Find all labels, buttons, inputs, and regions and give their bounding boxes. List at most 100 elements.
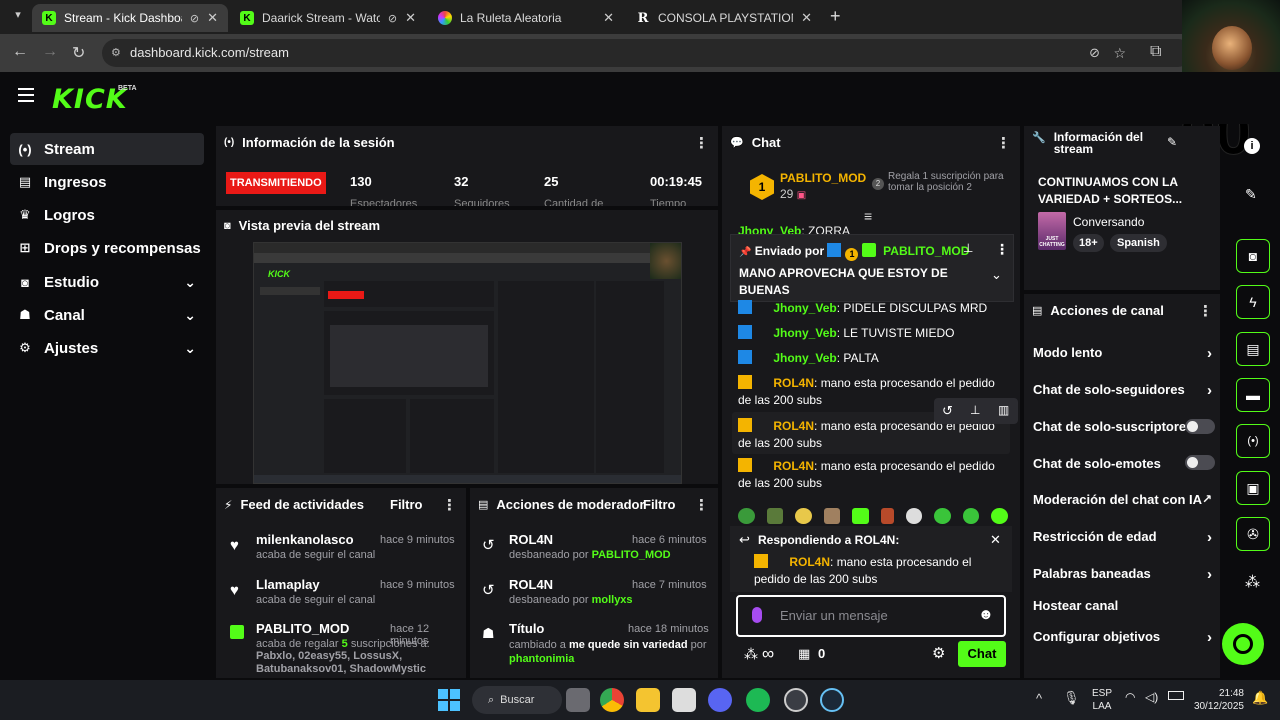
emoji-icon[interactable]: ☻: [978, 606, 994, 623]
action-moderacion-ia[interactable]: Moderación del chat con IA ↗: [1033, 492, 1216, 507]
app-icon[interactable]: [784, 688, 808, 712]
spotify-icon[interactable]: [746, 688, 770, 712]
new-tab-button[interactable]: +: [830, 6, 841, 27]
action-configurar-objetivos[interactable]: Configurar objetivos ›: [1033, 629, 1216, 646]
sidebar-item-stream[interactable]: (•) Stream: [10, 133, 204, 165]
kick-logo[interactable]: KICK: [52, 84, 128, 115]
language-indicator[interactable]: ESP LAA: [1092, 687, 1112, 713]
emote-icon[interactable]: [880, 508, 894, 524]
undo-icon[interactable]: ↺: [942, 403, 953, 419]
filter-button[interactable]: Filtro: [643, 497, 676, 512]
forward-icon[interactable]: →: [42, 43, 58, 61]
close-tab-icon[interactable]: ✕: [405, 10, 416, 26]
action-solo-seguidores[interactable]: Chat de solo-seguidores ›: [1033, 382, 1216, 399]
sidebar-item-canal[interactable]: ☗ Canal ⌄: [10, 299, 204, 331]
pin-icon[interactable]: ⊥: [970, 403, 980, 417]
mic-tray-icon[interactable]: 🎙: [1063, 690, 1080, 706]
trash-icon[interactable]: ▥: [998, 403, 1009, 417]
notification-icon[interactable]: 🔔: [1252, 690, 1268, 706]
send-chat-button[interactable]: Chat: [958, 641, 1006, 667]
document-icon[interactable]: ▤: [1236, 332, 1270, 366]
bolt-icon[interactable]: ϟ: [1236, 285, 1270, 319]
kick-points-icon[interactable]: ⁂: [1245, 573, 1260, 591]
taskbar-search[interactable]: ⌕ Buscar: [472, 686, 562, 714]
toggle-solo-suscriptores[interactable]: [1185, 419, 1215, 434]
emote-icon[interactable]: [738, 508, 755, 524]
emote-icon[interactable]: [991, 508, 1008, 524]
more-options-icon[interactable]: ⋮: [442, 496, 457, 514]
more-options-icon[interactable]: ⋮: [694, 134, 709, 152]
action-palabras-baneadas[interactable]: Palabras baneadas ›: [1033, 566, 1216, 583]
action-restriccion-edad[interactable]: Restricción de edad ›: [1033, 529, 1216, 546]
tab-list-button[interactable]: ▾: [8, 8, 28, 26]
top-gifter[interactable]: 1 PABLITO_MOD 29 ▣ 2 Regala 1 suscripció…: [750, 171, 1010, 204]
emote-icon[interactable]: [962, 508, 980, 524]
more-options-icon[interactable]: ⋮: [995, 241, 1009, 258]
edit-icon[interactable]: ✎: [1167, 135, 1177, 149]
mic-icon[interactable]: [752, 607, 762, 623]
close-tab-icon[interactable]: ✕: [603, 10, 614, 26]
clock[interactable]: 21:48 30/12/2025: [1188, 687, 1244, 713]
wrench-icon[interactable]: ✇: [1236, 517, 1270, 551]
sidebar-item-drops[interactable]: ⊞ Drops y recompensas: [10, 232, 204, 264]
store-icon[interactable]: [672, 688, 696, 712]
sidebar-item-ajustes[interactable]: ⚙ Ajustes ⌄: [10, 332, 204, 364]
emote-icon[interactable]: [852, 508, 869, 524]
category-name[interactable]: Conversando: [1073, 215, 1144, 229]
close-tab-icon[interactable]: ✕: [207, 10, 218, 26]
action-modo-lento[interactable]: Modo lento ›: [1033, 345, 1216, 362]
tab-kick-dashboard[interactable]: K Stream - Kick Dashboard ⊘ ✕: [32, 4, 228, 32]
wifi-icon[interactable]: ◠: [1125, 690, 1135, 704]
camera-icon[interactable]: ◙: [1236, 239, 1270, 273]
pin-icon[interactable]: ⊥: [963, 241, 973, 255]
emote-icon[interactable]: [795, 508, 812, 524]
sidebar-item-logros[interactable]: ♛ Logros: [10, 199, 204, 231]
toggle-solo-emotes[interactable]: [1185, 455, 1215, 470]
filter-button[interactable]: Filtro: [390, 497, 423, 512]
broadcast-icon[interactable]: (•): [1236, 424, 1270, 458]
extensions-icon[interactable]: ⧉: [1150, 43, 1161, 61]
close-icon[interactable]: ✕: [990, 532, 1001, 548]
more-options-icon[interactable]: ⋮: [1198, 302, 1213, 320]
sidebar-item-ingresos[interactable]: ▤ Ingresos: [10, 166, 204, 198]
eye-off-icon[interactable]: ⊘: [1089, 39, 1100, 67]
edit-icon[interactable]: ✎: [1245, 186, 1257, 203]
emote-icon[interactable]: [934, 508, 951, 524]
support-icon[interactable]: [1222, 623, 1264, 665]
gear-icon[interactable]: ⚙: [932, 644, 945, 662]
chat-input[interactable]: Enviar un mensaje ☻: [736, 595, 1006, 637]
tab-ruleta[interactable]: La Ruleta Aleatoria ✕: [428, 4, 624, 32]
back-icon[interactable]: ←: [12, 43, 28, 61]
tab-playstation[interactable]: R CONSOLA PLAYSTATION 5 SLIM ✕: [626, 4, 822, 32]
discord-icon[interactable]: [708, 688, 732, 712]
action-hostear-canal[interactable]: Hostear canal: [1033, 598, 1216, 613]
info-icon[interactable]: i: [1244, 138, 1260, 154]
chevron-up-icon[interactable]: ^: [1036, 691, 1042, 706]
site-info-icon[interactable]: ⚙: [111, 39, 121, 67]
menu-icon[interactable]: [18, 88, 34, 102]
store-icon[interactable]: ▦: [798, 646, 810, 662]
kick-points-icon[interactable]: ⁂: [744, 646, 758, 663]
volume-icon[interactable]: ◁): [1145, 690, 1158, 704]
url-field[interactable]: ⚙ dashboard.kick.com/stream ⊘ ☆: [102, 39, 1192, 67]
steam-icon[interactable]: [820, 688, 844, 712]
emote-icon[interactable]: [823, 508, 841, 524]
sidebar-item-estudio[interactable]: ◙ Estudio ⌄: [10, 266, 204, 298]
stream-preview-video[interactable]: KICK: [253, 242, 682, 484]
emote-icon[interactable]: [766, 508, 784, 524]
more-options-icon[interactable]: ⋮: [996, 134, 1011, 152]
chat-icon[interactable]: ▬: [1236, 378, 1270, 412]
chrome-icon[interactable]: [600, 688, 624, 712]
filter-icon[interactable]: ≡: [864, 208, 872, 224]
more-options-icon[interactable]: ⋮: [694, 496, 709, 514]
chevron-down-icon[interactable]: ⌄: [991, 267, 1002, 283]
file-explorer-icon[interactable]: [636, 688, 660, 712]
mute-icon[interactable]: ⊘: [388, 12, 397, 25]
tab-daarick-stream[interactable]: K Daarick Stream - Watch Live ⊘ ✕: [230, 4, 426, 32]
reload-icon[interactable]: ↻: [72, 43, 85, 63]
windows-start-icon[interactable]: [438, 689, 460, 711]
emote-icon[interactable]: [905, 508, 923, 524]
battery-icon[interactable]: [1168, 691, 1184, 700]
layout-icon[interactable]: ▣: [1236, 471, 1270, 505]
mute-icon[interactable]: ⊘: [190, 12, 199, 25]
